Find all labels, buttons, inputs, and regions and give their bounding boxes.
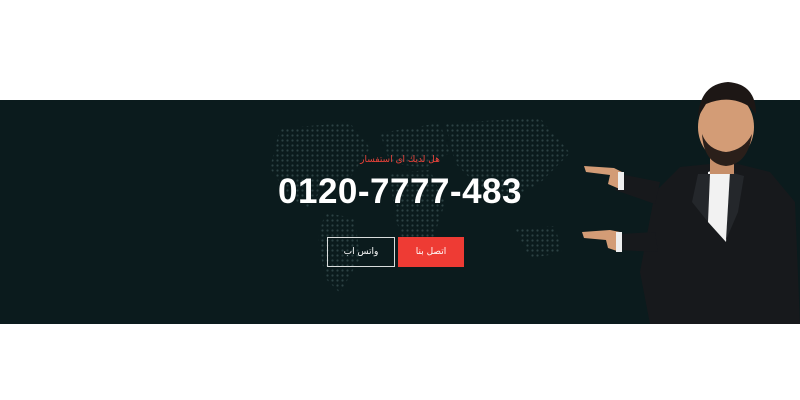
businessman-pointing-image (582, 82, 800, 324)
phone-number[interactable]: 0120-7777-483 (200, 172, 600, 212)
inquiry-question: هل لديك اى استفسار (360, 155, 440, 165)
contact-us-button[interactable]: اتصل بنا (398, 237, 464, 267)
contact-cta: هل لديك اى استفسار 0120-7777-483 واتس اب… (200, 100, 600, 324)
whatsapp-button[interactable]: واتس اب (327, 237, 395, 267)
